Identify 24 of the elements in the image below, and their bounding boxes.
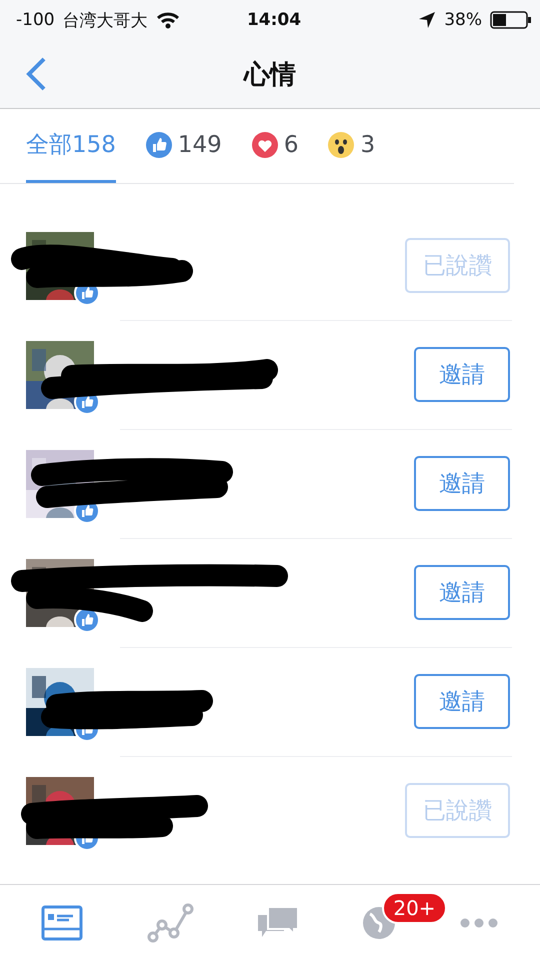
reaction-tab[interactable]: 149	[146, 109, 222, 183]
action-button[interactable]: 邀請	[414, 565, 510, 620]
back-chevron-icon	[24, 56, 48, 92]
action-button[interactable]: 邀請	[414, 456, 510, 511]
line-graph-icon[interactable]	[146, 902, 194, 942]
signal-strength: -100	[16, 10, 55, 30]
reaction-tab[interactable]: 3	[328, 109, 376, 183]
reaction-tab[interactable]: 全部158	[26, 109, 116, 183]
page-title: 心情	[242, 58, 297, 92]
thumbs-up-icon	[146, 132, 172, 158]
reaction-tab[interactable]: 6	[252, 109, 298, 183]
more-icon[interactable]	[458, 916, 499, 928]
action-button[interactable]: 邀請	[414, 674, 510, 729]
carrier-name: 台湾大哥大	[62, 10, 148, 32]
location-arrow-icon	[418, 11, 436, 29]
action-button[interactable]: 邀請	[414, 347, 510, 402]
battery-percent: 38%	[444, 10, 482, 30]
wifi-icon	[156, 11, 180, 29]
battery-icon	[490, 10, 532, 30]
surprised-face-icon	[328, 132, 354, 158]
back-button[interactable]	[24, 56, 48, 92]
notification-badge: 20+	[382, 892, 447, 924]
status-time: 14:04	[246, 10, 302, 30]
news-card-icon[interactable]	[41, 904, 84, 940]
